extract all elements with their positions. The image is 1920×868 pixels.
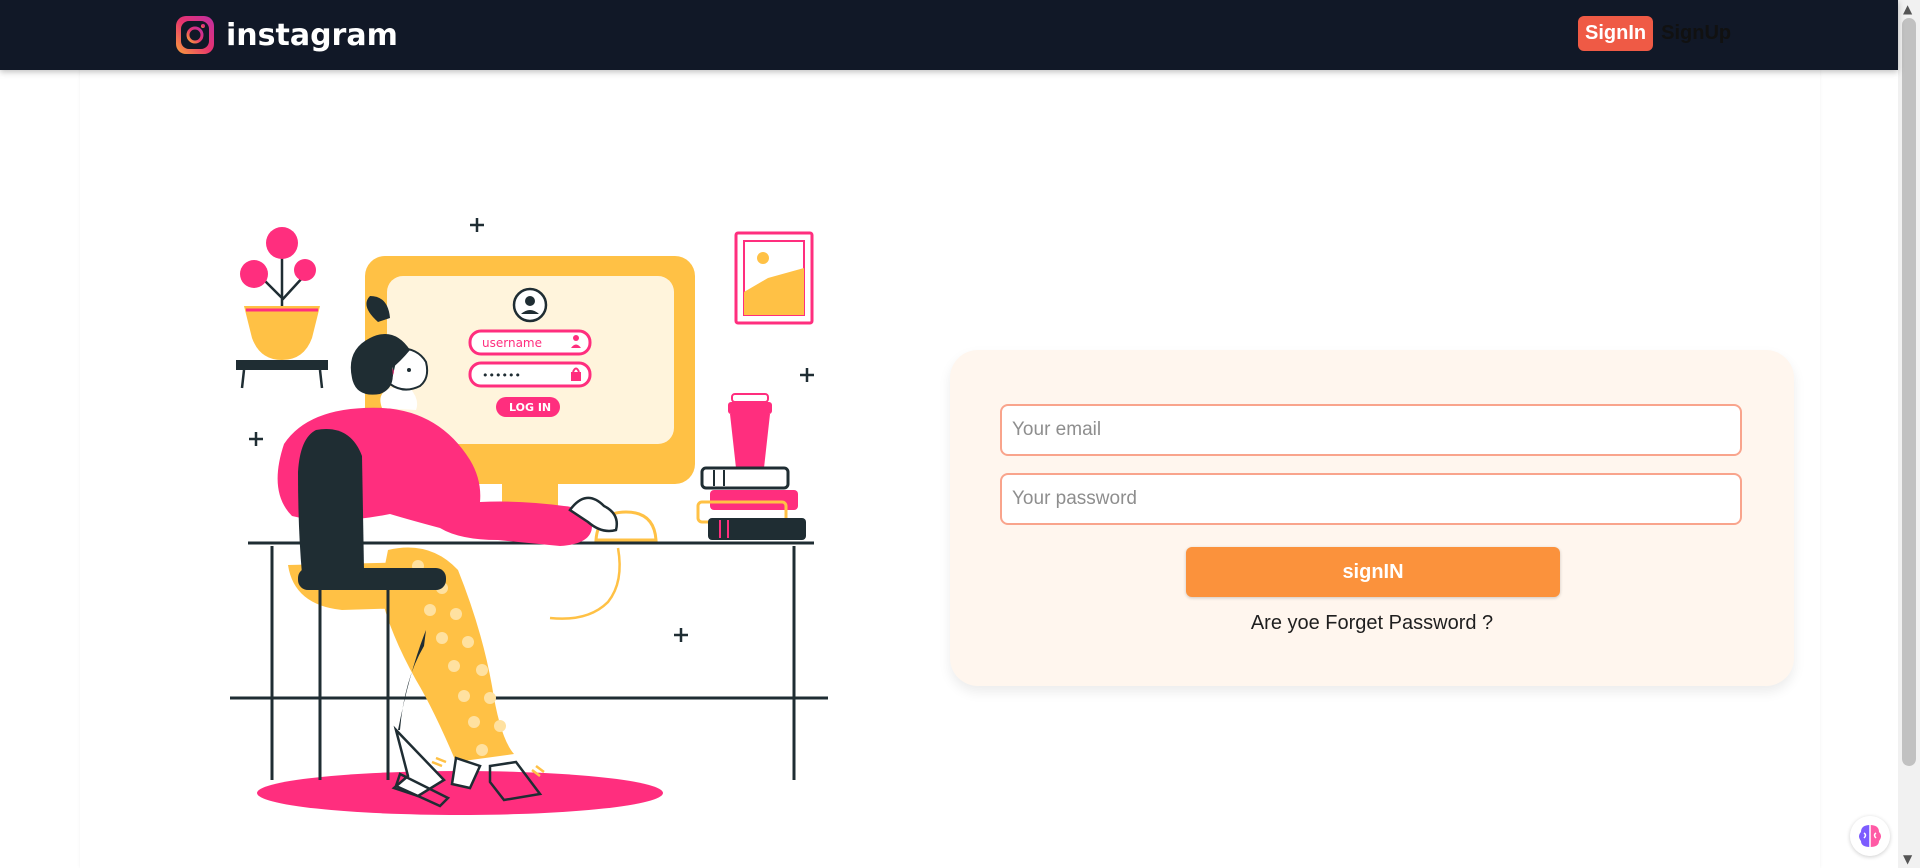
brain-extension-icon[interactable] bbox=[1850, 816, 1890, 856]
scroll-down-arrow-icon[interactable]: ▼ bbox=[1903, 852, 1912, 866]
scroll-thumb[interactable] bbox=[1902, 18, 1916, 766]
brand-name: instagram bbox=[226, 17, 398, 53]
password-field[interactable] bbox=[1000, 473, 1742, 525]
nav-links: SignIn SignUp bbox=[1578, 16, 1731, 51]
brand[interactable]: instagram bbox=[174, 14, 398, 56]
picture-frame-icon bbox=[734, 231, 814, 325]
top-navbar: instagram SignIn SignUp bbox=[0, 0, 1898, 70]
scroll-up-arrow-icon[interactable]: ▲ bbox=[1903, 2, 1912, 16]
screen-username-text: username bbox=[482, 336, 542, 350]
nav-signup-link[interactable]: SignUp bbox=[1661, 22, 1731, 45]
screen-login-text: LOG IN bbox=[509, 401, 551, 414]
page-scrollbar[interactable]: ▲ ▼ bbox=[1898, 0, 1920, 868]
login-card: signIN Are yoe Forget Password ? bbox=[950, 350, 1794, 686]
coffee-cup-icon bbox=[728, 393, 772, 468]
signin-button[interactable]: signIN bbox=[1186, 547, 1560, 597]
screen-password-text: •••••• bbox=[482, 369, 521, 382]
instagram-logo-icon bbox=[176, 16, 214, 54]
potted-plant-icon bbox=[236, 227, 328, 389]
email-field[interactable] bbox=[1000, 404, 1742, 456]
forgot-password-link[interactable]: Are yoe Forget Password ? bbox=[950, 612, 1794, 635]
login-illustration: username •••••• LOG IN bbox=[230, 218, 828, 815]
nav-signin-link[interactable]: SignIn bbox=[1578, 16, 1654, 51]
books-stack bbox=[696, 466, 806, 540]
